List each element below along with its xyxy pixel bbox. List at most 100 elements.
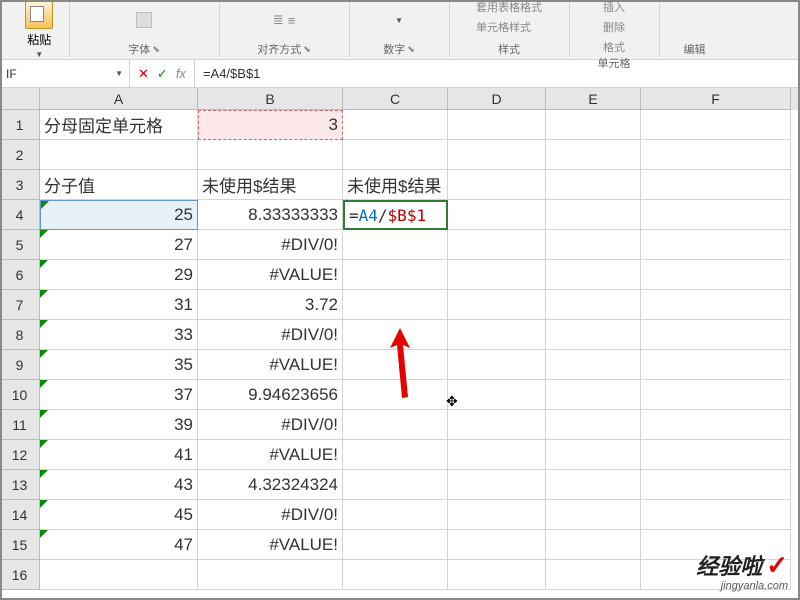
col-header-D[interactable]: D (448, 88, 546, 110)
cell-A11[interactable]: 39 (40, 410, 198, 440)
row-header[interactable]: 6 (0, 260, 40, 290)
cell-A16[interactable] (40, 560, 198, 590)
cell-B10[interactable]: 9.94623656 (198, 380, 343, 410)
cell-F13[interactable] (641, 470, 791, 500)
cell-C13[interactable] (343, 470, 448, 500)
cell-C3[interactable]: 未使用$结果 (343, 170, 448, 200)
cell-A13[interactable]: 43 (40, 470, 198, 500)
row-header[interactable]: 4 (0, 200, 40, 230)
cell-E1[interactable] (546, 110, 641, 140)
cell-C2[interactable] (343, 140, 448, 170)
font-icon[interactable] (136, 12, 152, 28)
row-header[interactable]: 1 (0, 110, 40, 140)
cell-A2[interactable] (40, 140, 198, 170)
cell-A12[interactable]: 41 (40, 440, 198, 470)
cell-F5[interactable] (641, 230, 791, 260)
cell-D15[interactable] (448, 530, 546, 560)
cell-A6[interactable]: 29 (40, 260, 198, 290)
cell-B1[interactable]: 3 (198, 110, 343, 140)
cell-C4[interactable]: =A4/$B$1 (343, 200, 448, 230)
cell-B14[interactable]: #DIV/0! (198, 500, 343, 530)
cell-E15[interactable] (546, 530, 641, 560)
cell-B4[interactable]: 8.33333333 (198, 200, 343, 230)
row-header[interactable]: 15 (0, 530, 40, 560)
cell-A3[interactable]: 分子值 (40, 170, 198, 200)
col-header-B[interactable]: B (198, 88, 343, 110)
spreadsheet-grid[interactable]: A B C D E F 1 分母固定单元格 3 2 3 分子值 未使用$结果 未… (0, 88, 800, 600)
row-header[interactable]: 13 (0, 470, 40, 500)
cell-A8[interactable]: 33 (40, 320, 198, 350)
cell-E13[interactable] (546, 470, 641, 500)
cell-D16[interactable] (448, 560, 546, 590)
cell-D10[interactable] (448, 380, 546, 410)
cell-C6[interactable] (343, 260, 448, 290)
cell-A5[interactable]: 27 (40, 230, 198, 260)
cell-F3[interactable] (641, 170, 791, 200)
formula-input[interactable]: =A4/$B$1 (195, 66, 800, 81)
cell-D5[interactable] (448, 230, 546, 260)
cell-F4[interactable] (641, 200, 791, 230)
cell-B12[interactable]: #VALUE! (198, 440, 343, 470)
expand-icon[interactable]: ⬊ (152, 44, 160, 55)
cell-C15[interactable] (343, 530, 448, 560)
cell-D4[interactable] (448, 200, 546, 230)
confirm-button[interactable]: ✓ (157, 66, 168, 82)
cell-A9[interactable]: 35 (40, 350, 198, 380)
cell-A15[interactable]: 47 (40, 530, 198, 560)
row-header[interactable]: 5 (0, 230, 40, 260)
cell-B13[interactable]: 4.32324324 (198, 470, 343, 500)
select-all-corner[interactable] (0, 88, 40, 110)
cell-D8[interactable] (448, 320, 546, 350)
chevron-down-icon[interactable]: ▼ (395, 16, 403, 25)
cell-C9[interactable] (343, 350, 448, 380)
cell-D7[interactable] (448, 290, 546, 320)
cell-B16[interactable] (198, 560, 343, 590)
row-header[interactable]: 9 (0, 350, 40, 380)
cell-styles-button[interactable]: 单元格样式 (476, 19, 531, 35)
cell-E8[interactable] (546, 320, 641, 350)
cell-D14[interactable] (448, 500, 546, 530)
cell-B2[interactable] (198, 140, 343, 170)
chevron-down-icon[interactable]: ▼ (35, 50, 43, 59)
row-header[interactable]: 7 (0, 290, 40, 320)
cell-E5[interactable] (546, 230, 641, 260)
row-header[interactable]: 2 (0, 140, 40, 170)
cell-C5[interactable] (343, 230, 448, 260)
cell-C12[interactable] (343, 440, 448, 470)
cell-F9[interactable] (641, 350, 791, 380)
cell-B8[interactable]: #DIV/0! (198, 320, 343, 350)
cell-F14[interactable] (641, 500, 791, 530)
cancel-button[interactable]: ✕ (138, 66, 149, 82)
cell-C7[interactable] (343, 290, 448, 320)
cell-B7[interactable]: 3.72 (198, 290, 343, 320)
delete-button[interactable]: 删除 (603, 19, 625, 35)
row-header[interactable]: 8 (0, 320, 40, 350)
cell-C14[interactable] (343, 500, 448, 530)
row-header[interactable]: 12 (0, 440, 40, 470)
cell-E14[interactable] (546, 500, 641, 530)
cell-B11[interactable]: #DIV/0! (198, 410, 343, 440)
col-header-E[interactable]: E (546, 88, 641, 110)
cell-B9[interactable]: #VALUE! (198, 350, 343, 380)
chevron-down-icon[interactable]: ▼ (115, 69, 123, 78)
col-header-C[interactable]: C (343, 88, 448, 110)
cell-A14[interactable]: 45 (40, 500, 198, 530)
cell-B5[interactable]: #DIV/0! (198, 230, 343, 260)
cell-D1[interactable] (448, 110, 546, 140)
cell-E12[interactable] (546, 440, 641, 470)
format-button[interactable]: 格式 (603, 39, 625, 55)
cell-F10[interactable] (641, 380, 791, 410)
expand-icon[interactable]: ⬊ (407, 44, 415, 55)
name-box[interactable]: IF ▼ (0, 60, 130, 87)
row-header[interactable]: 14 (0, 500, 40, 530)
cell-F8[interactable] (641, 320, 791, 350)
cell-E9[interactable] (546, 350, 641, 380)
insert-button[interactable]: 插入 (603, 0, 625, 15)
cell-D13[interactable] (448, 470, 546, 500)
cell-E7[interactable] (546, 290, 641, 320)
cell-F7[interactable] (641, 290, 791, 320)
cell-F2[interactable] (641, 140, 791, 170)
cell-C8[interactable] (343, 320, 448, 350)
cell-A10[interactable]: 37 (40, 380, 198, 410)
cell-F11[interactable] (641, 410, 791, 440)
